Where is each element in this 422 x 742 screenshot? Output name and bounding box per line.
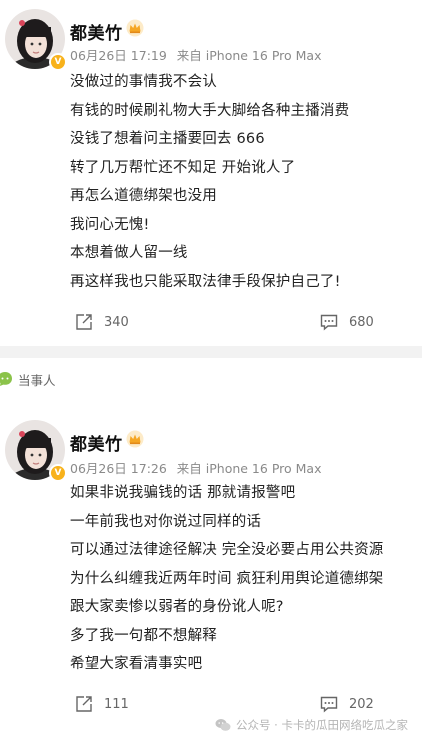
- comment-icon: [320, 696, 338, 713]
- post-date: 06月26日 17:26: [70, 461, 167, 476]
- watermark: 公众号 · 卡卡的瓜田网络吃瓜之家: [215, 717, 408, 733]
- post-line: 可以通过法律途径解决 完全没必要占用公共资源: [70, 542, 384, 558]
- post-line: 再这样我也只能采取法律手段保护自己了!: [70, 273, 341, 290]
- post-line: 有钱的时候刷礼物大手大脚给各种主播消费: [70, 102, 350, 119]
- crown-icon: [126, 430, 144, 448]
- share-button[interactable]: 111: [74, 694, 129, 714]
- post-line: 本想着做人留一线: [70, 245, 188, 261]
- post-source: 来自 iPhone 16 Pro Max: [176, 461, 322, 476]
- post-card: V 都美竹 06月26日 17:26 来自 iPhone 16 Pro Max …: [0, 404, 422, 742]
- comment-count: 202: [349, 696, 374, 712]
- post-meta: 06月26日 17:19 来自 iPhone 16 Pro Max: [70, 45, 321, 64]
- watermark-text: 公众号 · 卡卡的瓜田网络吃瓜之家: [236, 718, 408, 732]
- share-count: 340: [104, 314, 129, 330]
- comment-button[interactable]: 202: [319, 694, 374, 714]
- post-line: 如果非说我骗钱的话 那就请报警吧: [70, 485, 296, 501]
- post-line: 一年前我也对你说过同样的话: [70, 513, 262, 530]
- avatar[interactable]: V: [5, 420, 67, 482]
- share-button[interactable]: 340: [74, 312, 129, 332]
- verified-badge-icon: V: [49, 53, 67, 71]
- post-line: 没钱了想着问主播要回去 666: [70, 131, 265, 147]
- avatar[interactable]: V: [5, 9, 67, 71]
- post-actions: 340 680: [0, 310, 422, 334]
- post-line: 为什么纠缠我近两年时间 疯狂利用舆论道德绑架: [70, 570, 384, 587]
- post-actions: 111 202: [0, 692, 422, 716]
- share-count: 111: [104, 696, 129, 712]
- post-line: 再怎么道德绑架也没用: [70, 188, 217, 204]
- post-line: 没做过的事情我不会认: [70, 74, 217, 90]
- comment-icon: [320, 314, 338, 331]
- section-divider: [0, 346, 422, 358]
- post-line: 希望大家看清事实吧: [70, 656, 203, 672]
- section-label: 当事人: [18, 372, 56, 388]
- post-text: 没做过的事情我不会认 有钱的时候刷礼物大手大脚给各种主播消费 没钱了想着问主播要…: [70, 68, 422, 296]
- post-line: 我问心无愧!: [70, 216, 150, 233]
- author-name[interactable]: 都美竹: [70, 430, 123, 455]
- comment-button[interactable]: 680: [319, 312, 374, 332]
- post-card: V 都美竹 06月26日 17:19 来自 iPhone 16 Pro Max …: [0, 0, 422, 346]
- comment-count: 680: [349, 314, 374, 330]
- post-meta: 06月26日 17:26 来自 iPhone 16 Pro Max: [70, 458, 321, 477]
- post-text: 如果非说我骗钱的话 那就请报警吧 一年前我也对你说过同样的话 可以通过法律途径解…: [70, 479, 422, 679]
- post-line: 跟大家卖惨以弱者的身份讹人呢?: [70, 599, 284, 615]
- share-icon: [76, 696, 92, 712]
- post-line: 转了几万帮忙还不知足 开始讹人了: [70, 159, 296, 176]
- section-label-row: 当事人: [0, 366, 56, 392]
- post-source: 来自 iPhone 16 Pro Max: [176, 48, 322, 63]
- wechat-icon: [215, 719, 231, 731]
- post-date: 06月26日 17:19: [70, 48, 167, 63]
- post-line: 多了我一句都不想解释: [70, 627, 217, 644]
- crown-icon: [126, 19, 144, 37]
- chat-bubble-icon: [0, 372, 12, 386]
- verified-badge-icon: V: [49, 464, 67, 482]
- author-name[interactable]: 都美竹: [70, 19, 123, 44]
- share-icon: [76, 314, 92, 330]
